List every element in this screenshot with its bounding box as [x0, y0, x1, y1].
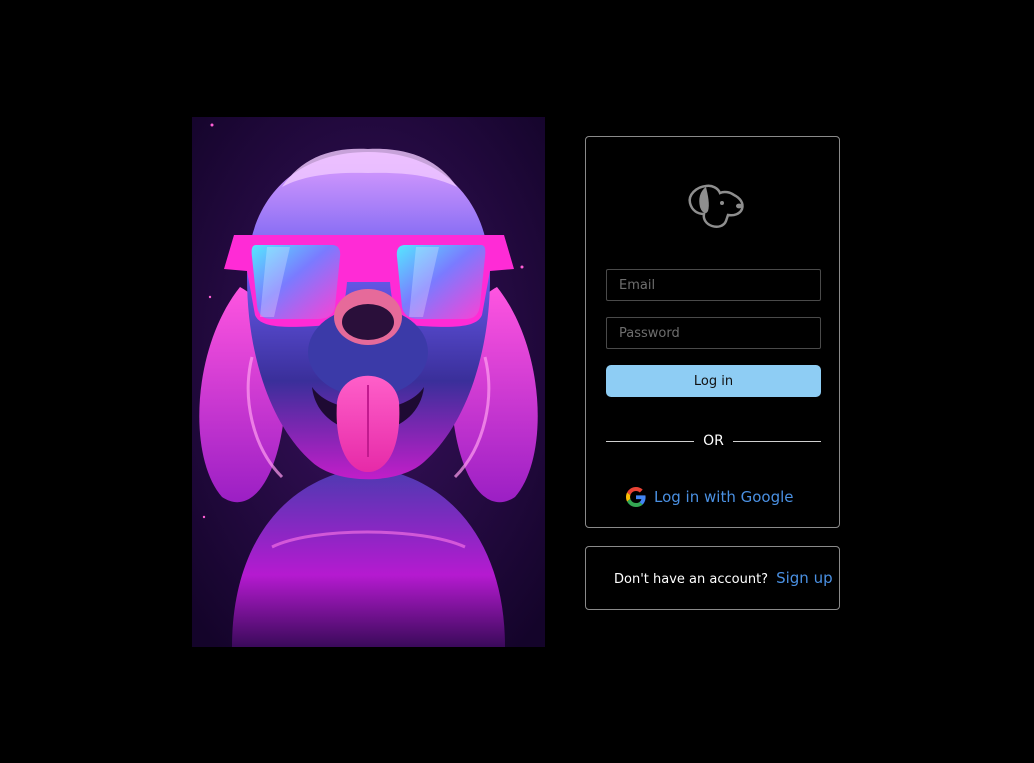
hero-dog-illustration	[192, 117, 545, 647]
email-field[interactable]	[606, 269, 821, 301]
password-field[interactable]	[606, 317, 821, 349]
signup-prompt: Don't have an account?	[614, 572, 769, 587]
google-login-button[interactable]: Log in with Google	[626, 485, 794, 509]
google-login-label: Log in with Google	[654, 488, 794, 506]
neon-dog-icon	[192, 117, 545, 647]
signup-row: Don't have an account? Sign up	[614, 569, 833, 587]
signup-card: Don't have an account? Sign up	[585, 546, 840, 610]
divider-line-right	[733, 441, 821, 442]
or-divider: OR	[606, 432, 821, 450]
google-g-icon	[626, 487, 646, 507]
login-button[interactable]: Log in	[606, 365, 821, 397]
login-page: Log in OR Log in with Google Don't have …	[0, 0, 1034, 763]
dog-head-logo-icon	[682, 181, 746, 231]
signup-link[interactable]: Sign up	[776, 569, 833, 587]
login-card: Log in OR Log in with Google	[585, 136, 840, 528]
